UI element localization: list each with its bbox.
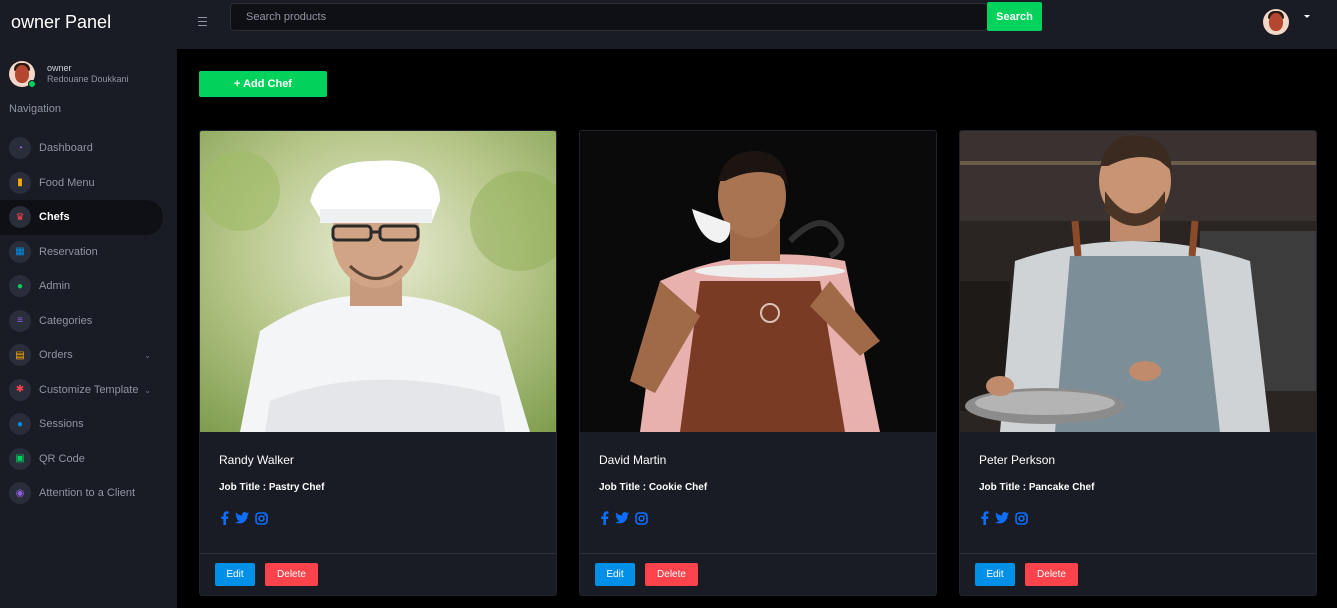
facebook-icon[interactable] (220, 511, 229, 525)
edit-button[interactable]: Edit (215, 563, 255, 586)
speedometer-icon: ◔ (9, 137, 31, 160)
delete-button[interactable]: Delete (1025, 563, 1078, 586)
delete-button[interactable]: Delete (645, 563, 698, 586)
brand-title[interactable]: owner Panel (0, 0, 177, 45)
sidebar-item-food-menu[interactable]: ▮ Food Menu (0, 166, 163, 201)
instagram-icon[interactable] (635, 511, 648, 525)
chef-card: Peter Perkson Job Title : Pancake Chef E… (959, 130, 1317, 596)
avatar (9, 61, 36, 88)
profile-name: Redouane Doukkani (47, 74, 129, 84)
sidebar-item-admin[interactable]: ● Admin (0, 269, 163, 304)
sidebar-item-sessions[interactable]: ● Sessions (0, 407, 163, 442)
social-links (980, 511, 1028, 525)
sidebar-item-reservation[interactable]: ▦ Reservation (0, 235, 163, 270)
list-icon: ≡ (9, 309, 31, 332)
card-divider (200, 553, 556, 554)
chef-job-title: Job Title : Pastry Chef (219, 482, 325, 493)
chef-card: Randy Walker Job Title : Pastry Chef Edi… (199, 130, 557, 596)
sidebar: owner Panel owner Redouane Doukkani Navi… (0, 0, 177, 608)
search-button[interactable]: Search (987, 2, 1042, 31)
clipboard-icon: ▤ (9, 344, 31, 367)
twitter-icon[interactable] (995, 512, 1009, 524)
add-chef-button[interactable]: + Add Chef (199, 71, 327, 97)
chef-photo (580, 131, 936, 432)
menu-toggle-icon[interactable] (198, 14, 210, 28)
users-icon: ● (9, 275, 31, 298)
sidebar-item-label: Dashboard (39, 142, 93, 155)
sidebar-item-categories[interactable]: ≡ Categories (0, 304, 163, 339)
twitter-icon[interactable] (235, 512, 249, 524)
sidebar-item-label: QR Code (39, 452, 85, 465)
sidebar-item-attention-to-a-client[interactable]: ◉ Attention to a Client (0, 476, 163, 511)
qr-code-icon: ▣ (9, 447, 31, 470)
social-links (600, 511, 648, 525)
sidebar-item-qr-code[interactable]: ▣ QR Code (0, 442, 163, 477)
edit-button[interactable]: Edit (595, 563, 635, 586)
sidebar-item-customize-template[interactable]: ✱ Customize Template ⌄ (0, 373, 163, 408)
sidebar-item-label: Sessions (39, 418, 84, 431)
sidebar-item-label: Orders (39, 349, 73, 362)
sidebar-item-label: Customize Template (39, 383, 139, 396)
eye-icon: ◉ (9, 482, 31, 505)
calendar-icon: ▦ (9, 240, 31, 263)
chef-name: David Martin (599, 453, 667, 467)
sidebar-item-label: Reservation (39, 245, 98, 258)
profile-role: owner (47, 63, 72, 73)
facebook-icon[interactable] (600, 511, 609, 525)
sessions-icon: ● (9, 413, 31, 436)
card-divider (960, 553, 1316, 554)
chevron-down-icon: ⌄ (144, 351, 151, 360)
chef-job-title: Job Title : Pancake Chef (979, 482, 1095, 493)
chef-job-title: Job Title : Cookie Chef (599, 482, 708, 493)
instagram-icon[interactable] (255, 511, 268, 525)
sidebar-item-label: Food Menu (39, 176, 95, 189)
sidebar-item-orders[interactable]: ▤ Orders ⌄ (0, 338, 163, 373)
sidebar-item-chefs[interactable]: ♛ Chefs (0, 200, 163, 235)
sidebar-item-label: Chefs (39, 211, 70, 224)
settings-icon: ✱ (9, 378, 31, 401)
online-status-dot (28, 80, 36, 88)
caret-down-icon[interactable] (1304, 15, 1310, 18)
twitter-icon[interactable] (615, 512, 629, 524)
chef-hat-icon: ♛ (9, 206, 31, 229)
chef-card: David Martin Job Title : Cookie Chef Edi… (579, 130, 937, 596)
chef-photo (960, 131, 1316, 432)
card-divider (580, 553, 936, 554)
nav-section-title: Navigation (9, 103, 61, 115)
sidebar-item-dashboard[interactable]: ◔ Dashboard (0, 131, 163, 166)
food-menu-icon: ▮ (9, 171, 31, 194)
facebook-icon[interactable] (980, 511, 989, 525)
topbar: Search (177, 0, 1337, 49)
social-links (220, 511, 268, 525)
delete-button[interactable]: Delete (265, 563, 318, 586)
edit-button[interactable]: Edit (975, 563, 1015, 586)
user-avatar[interactable] (1263, 9, 1289, 35)
sidebar-nav: ◔ Dashboard ▮ Food Menu ♛ Chefs ▦ Reservation ● A… (0, 131, 177, 511)
chevron-down-icon: ⌄ (144, 385, 151, 395)
sidebar-profile[interactable]: owner Redouane Doukkani (0, 45, 177, 91)
chef-name: Peter Perkson (979, 453, 1056, 467)
search-input[interactable] (231, 4, 989, 30)
sidebar-item-label: Admin (39, 280, 71, 293)
sidebar-item-label: Categories (39, 314, 93, 327)
search-box (230, 3, 989, 31)
instagram-icon[interactable] (1015, 511, 1028, 525)
chef-photo (200, 131, 556, 432)
sidebar-item-label: Attention to a Client (39, 487, 136, 500)
chef-name: Randy Walker (219, 453, 294, 467)
